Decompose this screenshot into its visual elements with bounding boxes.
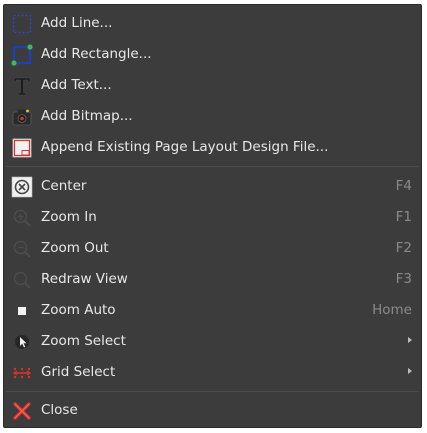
menu-item-label: Grid Select — [41, 364, 116, 380]
append-file-icon — [11, 137, 33, 159]
cursor-icon — [11, 331, 33, 353]
center-icon — [11, 176, 33, 198]
shortcut-label: F1 — [395, 209, 412, 225]
menu-item-center[interactable]: Center F4 — [4, 171, 421, 202]
shortcut-label: Home — [372, 302, 412, 318]
menu-item-redraw-view[interactable]: Redraw View F3 — [4, 264, 421, 295]
add-text-icon — [11, 75, 33, 97]
zoom-in-icon — [11, 207, 33, 229]
add-bitmap-icon — [11, 106, 33, 128]
menu-item-add-line[interactable]: Add Line... — [4, 8, 421, 39]
menu-item-zoom-in[interactable]: Zoom In F1 — [4, 202, 421, 233]
menu-item-label: Add Bitmap... — [41, 108, 133, 124]
menu-separator — [6, 166, 419, 167]
menu-item-label: Zoom Auto — [41, 302, 116, 318]
menu-item-label: Add Line... — [41, 15, 113, 31]
menu-item-label: Add Text... — [41, 77, 112, 93]
menu-item-label: Zoom Select — [41, 333, 126, 349]
add-line-icon — [11, 13, 33, 35]
shortcut-label: F3 — [395, 271, 412, 287]
shortcut-label: F2 — [395, 240, 412, 256]
menu-item-label: Add Rectangle... — [41, 46, 152, 62]
menu-item-grid-select[interactable]: Grid Select — [4, 357, 421, 388]
menu-item-label: Close — [41, 402, 78, 418]
zoom-out-icon — [11, 238, 33, 260]
menu-item-zoom-auto[interactable]: Zoom Auto Home — [4, 295, 421, 326]
context-menu: Add Line... Add Rectangle... Add Text...… — [3, 4, 422, 428]
menu-item-label: Zoom Out — [41, 240, 109, 256]
zoom-auto-icon — [11, 300, 33, 322]
menu-item-label: Zoom In — [41, 209, 97, 225]
shortcut-label: F4 — [395, 178, 412, 194]
menu-item-append-page-layout[interactable]: Append Existing Page Layout Design File.… — [4, 132, 421, 163]
menu-item-close[interactable]: Close — [4, 395, 421, 426]
close-icon — [11, 400, 33, 422]
menu-item-label: Append Existing Page Layout Design File.… — [41, 139, 329, 155]
grid-icon — [11, 362, 33, 384]
menu-item-add-text[interactable]: Add Text... — [4, 70, 421, 101]
menu-separator — [6, 391, 419, 392]
submenu-arrow-icon — [408, 368, 412, 374]
menu-item-label: Center — [41, 178, 87, 194]
submenu-arrow-icon — [408, 337, 412, 343]
menu-item-zoom-out[interactable]: Zoom Out F2 — [4, 233, 421, 264]
menu-item-label: Redraw View — [41, 271, 128, 287]
menu-item-add-bitmap[interactable]: Add Bitmap... — [4, 101, 421, 132]
redraw-icon — [11, 269, 33, 291]
add-rectangle-icon — [11, 44, 33, 66]
menu-item-add-rectangle[interactable]: Add Rectangle... — [4, 39, 421, 70]
menu-item-zoom-select[interactable]: Zoom Select — [4, 326, 421, 357]
